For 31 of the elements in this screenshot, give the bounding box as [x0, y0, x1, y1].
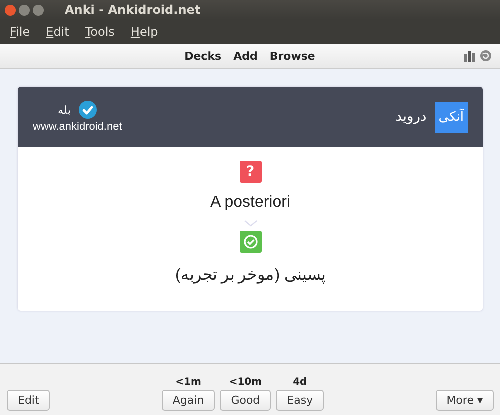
menu-item[interactable]: Edit [46, 25, 70, 39]
answer-button[interactable]: Good [220, 390, 272, 411]
window-title: Anki - Ankidroid.net [65, 3, 201, 17]
menu-item[interactable]: File [10, 25, 30, 39]
answer-button[interactable]: Easy [276, 390, 324, 411]
menu-item[interactable]: Help [130, 25, 158, 39]
interval-label: 4d [293, 377, 308, 388]
logo-badge: آنکی [434, 102, 468, 132]
question-icon: ? [240, 161, 262, 183]
toolbar-link[interactable]: Add [234, 50, 258, 62]
approved-label: بله [58, 104, 72, 116]
more-button[interactable]: More ▾ [436, 390, 494, 411]
answer-check-icon [240, 231, 262, 253]
sync-icon[interactable] [480, 50, 492, 62]
menu-item[interactable]: Tools [85, 25, 115, 39]
front-text: A posteriori [210, 194, 291, 212]
interval-label: <1m [176, 377, 202, 388]
toolbar-link[interactable]: Browse [270, 50, 316, 62]
maximize-button[interactable] [33, 4, 44, 16]
answer-button[interactable]: Again [162, 390, 216, 411]
toolbar-link[interactable]: Decks [184, 50, 222, 62]
interval-label: <10m [229, 377, 262, 388]
website-url: www.ankidroid.net [33, 121, 122, 133]
minimize-button[interactable] [19, 4, 30, 16]
chevron-down-icon [244, 220, 258, 227]
check-badge-icon [79, 101, 98, 119]
brand-name: دروید [396, 109, 427, 125]
close-button[interactable] [5, 4, 16, 16]
bar-chart-icon[interactable] [464, 50, 476, 62]
back-text: پسینی (موخر بر تجربه) [176, 266, 326, 285]
edit-button[interactable]: Edit [7, 390, 50, 411]
